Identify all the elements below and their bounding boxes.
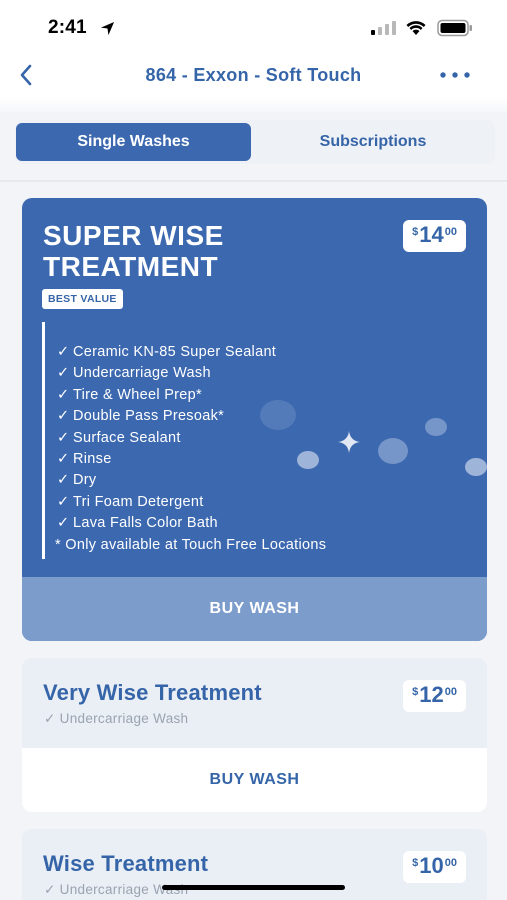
- wash-title: Very Wise Treatment: [43, 680, 262, 705]
- check-icon: ✓: [57, 450, 70, 467]
- more-horizontal-icon: [440, 72, 470, 78]
- feature-item: ✓ Double Pass Presoak*: [57, 406, 326, 427]
- tab-single-washes[interactable]: Single Washes: [16, 123, 251, 161]
- location-arrow-icon: [100, 21, 115, 36]
- touch-free-note: * Only available at Touch Free Locations: [55, 536, 327, 553]
- home-indicator[interactable]: [162, 885, 345, 890]
- price-cents: 00: [444, 226, 457, 238]
- buy-wash-button[interactable]: BUY WASH: [22, 748, 487, 812]
- price-currency: $: [412, 686, 419, 698]
- check-icon: ✓: [57, 472, 70, 489]
- check-icon: ✓: [57, 344, 70, 360]
- cellular-signal-icon: [371, 21, 396, 35]
- wash-type-segmented-control: Single Washes Subscriptions: [15, 120, 495, 164]
- section-divider: [0, 180, 507, 182]
- header-shadow: [0, 96, 507, 112]
- price-cents: 00: [444, 857, 457, 869]
- check-icon: ✓: [57, 429, 70, 446]
- feature-item: ✓ Ceramic KN-85 Super Sealant: [57, 342, 326, 363]
- price-amount: 14: [419, 222, 444, 247]
- wifi-icon: [406, 21, 426, 35]
- feature-item: ✓ Dry: [57, 470, 326, 491]
- feature-item: ✓ Tire & Wheel Prep*: [57, 385, 326, 406]
- price-amount: 12: [419, 682, 444, 707]
- price-cents: 00: [444, 686, 457, 698]
- best-value-badge: BEST VALUE: [42, 289, 123, 309]
- featured-title-line2: TREATMENT: [43, 251, 219, 282]
- feature-item: ✓ Rinse: [57, 449, 326, 470]
- decorative-bubble: [378, 438, 408, 464]
- wash-price-tag: $ 12 00: [403, 680, 466, 712]
- check-icon: ✓: [57, 515, 70, 532]
- featured-feature-list: ✓ Ceramic KN-85 Super Sealant ✓ Undercarri…: [42, 322, 326, 559]
- featured-title-line1: SUPER WISE: [43, 220, 224, 251]
- tab-subscriptions[interactable]: Subscriptions: [255, 123, 491, 161]
- status-bar: 2:41: [0, 0, 507, 56]
- wash-title: Wise Treatment: [43, 851, 209, 876]
- status-time: 2:41: [48, 17, 87, 38]
- wash-price-tag: $ 10 00: [403, 851, 466, 883]
- decorative-bubble: [425, 418, 447, 436]
- feature-item: ✓ Tri Foam Detergent: [57, 492, 326, 513]
- wash-subtitle: ✓ Undercarriage Wash: [44, 711, 189, 726]
- sparkle-icon: [338, 431, 360, 453]
- more-options-button[interactable]: [436, 64, 474, 86]
- check-icon: ✓: [57, 408, 70, 425]
- check-icon: ✓: [57, 365, 70, 382]
- wash-card-very-wise: Very Wise Treatment ✓ Undercarriage Wash…: [22, 658, 487, 812]
- price-amount: 10: [419, 853, 444, 878]
- check-icon: ✓: [57, 386, 70, 403]
- featured-wash-title: SUPER WISE TREATMENT: [43, 220, 303, 282]
- price-currency: $: [412, 857, 419, 869]
- page-title: 864 - Exxon - Soft Touch: [145, 65, 362, 85]
- buy-wash-button-featured[interactable]: BUY WASH: [22, 577, 487, 641]
- feature-item: ✓ Lava Falls Color Bath: [57, 513, 326, 534]
- featured-price-tag: $ 14 00: [403, 220, 466, 252]
- feature-item: ✓ Undercarriage Wash: [57, 363, 326, 384]
- battery-icon: [437, 19, 472, 37]
- feature-item: ✓ Surface Sealant: [57, 428, 326, 449]
- featured-wash-card: SUPER WISE TREATMENT BEST VALUE $ 14 00 …: [22, 198, 487, 641]
- check-icon: ✓: [57, 493, 70, 510]
- nav-header: 864 - Exxon - Soft Touch: [0, 56, 507, 96]
- price-currency: $: [412, 226, 419, 238]
- decorative-bubble: [465, 458, 487, 476]
